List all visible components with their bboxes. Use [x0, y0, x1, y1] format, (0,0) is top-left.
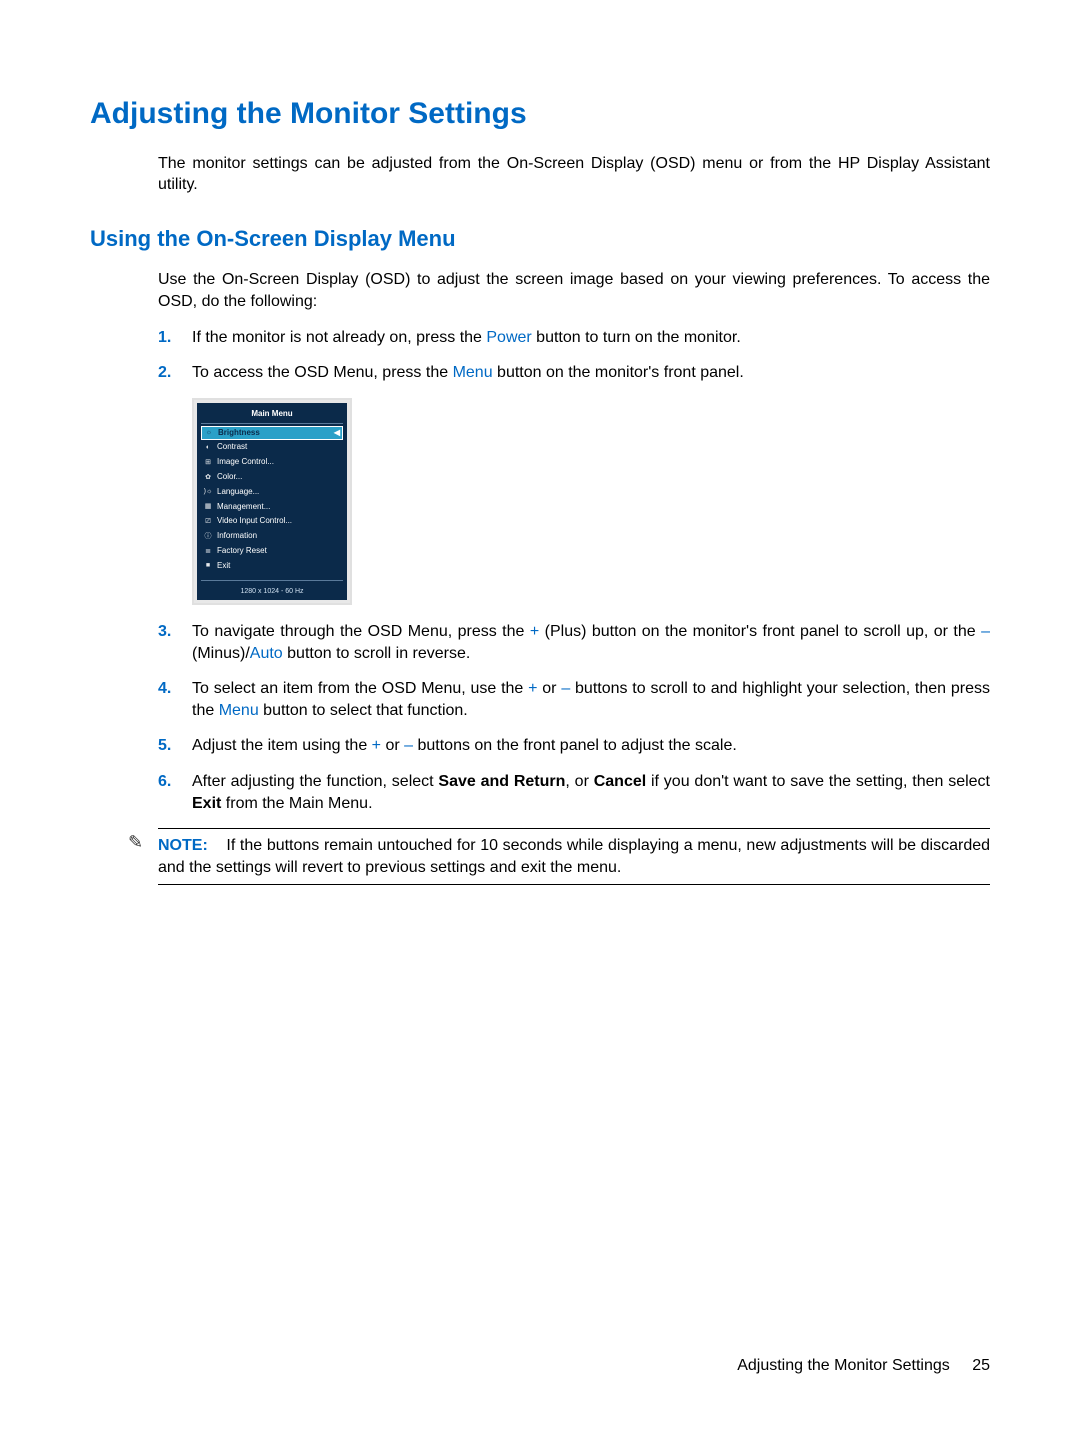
osd-item-selected: ☼ Brightness ◀	[201, 426, 343, 441]
step-text: If the monitor is not already on, press …	[192, 327, 990, 349]
step-1: 1. If the monitor is not already on, pre…	[158, 327, 990, 349]
plus-keyword: +	[372, 737, 381, 754]
step-number: 2.	[158, 362, 192, 384]
page-footer: Adjusting the Monitor Settings 25	[737, 1355, 990, 1377]
osd-item-label: Contrast	[217, 442, 247, 453]
information-icon: ⓘ	[203, 532, 213, 541]
text: from the Main Menu.	[221, 795, 372, 812]
text: button on the monitor's front panel.	[493, 364, 744, 381]
osd-item: ⊞ Image Control...	[201, 455, 343, 470]
note-text: If the buttons remain untouched for 10 s…	[158, 837, 990, 876]
step-number: 5.	[158, 735, 192, 757]
text: button to scroll in reverse.	[283, 645, 471, 662]
text: button to select that function.	[259, 702, 468, 719]
step-text: Adjust the item using the + or – buttons…	[192, 735, 990, 757]
image-control-icon: ⊞	[203, 458, 213, 467]
step-3: 3. To navigate through the OSD Menu, pre…	[158, 621, 990, 664]
minus-keyword: –	[404, 737, 413, 754]
text: To select an item from the OSD Menu, use…	[192, 680, 528, 697]
text: buttons on the front panel to adjust the…	[413, 737, 737, 754]
osd-frame: Main Menu ☼ Brightness ◀ ◐ Contrast ⊞ Imag…	[192, 398, 352, 605]
osd-item: ✿ Color...	[201, 470, 343, 485]
step-text: To navigate through the OSD Menu, press …	[192, 621, 990, 664]
osd-item: ⓘ Information	[201, 529, 343, 544]
text: If the monitor is not already on, press …	[192, 329, 486, 346]
step-text: After adjusting the function, select Sav…	[192, 771, 990, 814]
osd-item: )☼ Language...	[201, 485, 343, 500]
text: Adjust the item using the	[192, 737, 372, 754]
osd-resolution: 1280 x 1024 - 60 Hz	[201, 580, 343, 596]
text: (Plus) button on the monitor's front pan…	[539, 623, 981, 640]
footer-section: Adjusting the Monitor Settings	[737, 1357, 950, 1374]
exit-bold: Exit	[192, 795, 221, 812]
step-number: 4.	[158, 678, 192, 700]
contrast-icon: ◐	[203, 443, 213, 452]
menu-keyword: Menu	[219, 702, 259, 719]
osd-item-label: Video Input Control...	[217, 516, 292, 527]
exit-icon: ■	[203, 561, 213, 570]
text: To navigate through the OSD Menu, press …	[192, 623, 530, 640]
heading-1: Adjusting the Monitor Settings	[90, 94, 990, 135]
brightness-icon: ☼	[204, 428, 214, 437]
language-icon: )☼	[203, 487, 213, 496]
page-number: 25	[972, 1357, 990, 1374]
osd-item-label: Brightness	[218, 428, 260, 439]
osd-item: ≣ Factory Reset	[201, 544, 343, 559]
text: or	[537, 680, 561, 697]
text: To access the OSD Menu, press the	[192, 364, 453, 381]
lead-paragraph: Use the On-Screen Display (OSD) to adjus…	[158, 269, 990, 312]
step-6: 6. After adjusting the function, select …	[158, 771, 990, 814]
auto-keyword: Auto	[250, 645, 283, 662]
osd-screenshot: Main Menu ☼ Brightness ◀ ◐ Contrast ⊞ Imag…	[192, 398, 990, 605]
osd-item-label: Exit	[217, 561, 230, 572]
osd-item-label: Image Control...	[217, 457, 274, 468]
factory-reset-icon: ≣	[203, 547, 213, 556]
text: , or	[565, 773, 593, 790]
plus-keyword: +	[530, 623, 539, 640]
color-icon: ✿	[203, 473, 213, 482]
text: if you don't want to save the setting, t…	[646, 773, 990, 790]
cancel-bold: Cancel	[594, 773, 646, 790]
step-4: 4. To select an item from the OSD Menu, …	[158, 678, 990, 721]
step-5: 5. Adjust the item using the + or – butt…	[158, 735, 990, 757]
heading-2: Using the On-Screen Display Menu	[90, 224, 990, 254]
document-page: Adjusting the Monitor Settings The monit…	[0, 0, 1080, 1437]
management-icon: ▦	[203, 502, 213, 511]
text: or	[381, 737, 404, 754]
osd-item: ⎚ Video Input Control...	[201, 514, 343, 529]
osd-item-label: Management...	[217, 502, 270, 513]
menu-keyword: Menu	[453, 364, 493, 381]
intro-paragraph: The monitor settings can be adjusted fro…	[158, 153, 990, 196]
step-2: 2. To access the OSD Menu, press the Men…	[158, 362, 990, 384]
osd-item-label: Information	[217, 531, 257, 542]
video-input-icon: ⎚	[203, 517, 213, 526]
osd-item-label: Color...	[217, 472, 242, 483]
step-text: To access the OSD Menu, press the Menu b…	[192, 362, 990, 384]
note-label: NOTE:	[158, 837, 208, 854]
ordered-steps: 1. If the monitor is not already on, pre…	[158, 327, 990, 384]
step-number: 1.	[158, 327, 192, 349]
minus-keyword: –	[561, 680, 570, 697]
osd-item-label: Factory Reset	[217, 546, 267, 557]
osd-item-label: Language...	[217, 487, 259, 498]
pointer-icon: ◀	[334, 428, 340, 439]
note-icon: ✎	[128, 833, 143, 851]
text: After adjusting the function, select	[192, 773, 438, 790]
osd-item: ■ Exit	[201, 559, 343, 574]
minus-keyword: –	[981, 623, 990, 640]
save-and-return-bold: Save and Return	[438, 773, 565, 790]
text: button to turn on the monitor.	[532, 329, 741, 346]
osd-item: ◐ Contrast	[201, 440, 343, 455]
note-block: ✎ NOTE: If the buttons remain untouched …	[158, 828, 990, 885]
ordered-steps-cont: 3. To navigate through the OSD Menu, pre…	[158, 621, 990, 814]
osd-panel: Main Menu ☼ Brightness ◀ ◐ Contrast ⊞ Imag…	[197, 403, 347, 600]
step-text: To select an item from the OSD Menu, use…	[192, 678, 990, 721]
text: (Minus)/	[192, 645, 250, 662]
osd-item: ▦ Management...	[201, 500, 343, 515]
step-number: 3.	[158, 621, 192, 643]
power-keyword: Power	[486, 329, 531, 346]
osd-title: Main Menu	[201, 409, 343, 424]
step-number: 6.	[158, 771, 192, 793]
